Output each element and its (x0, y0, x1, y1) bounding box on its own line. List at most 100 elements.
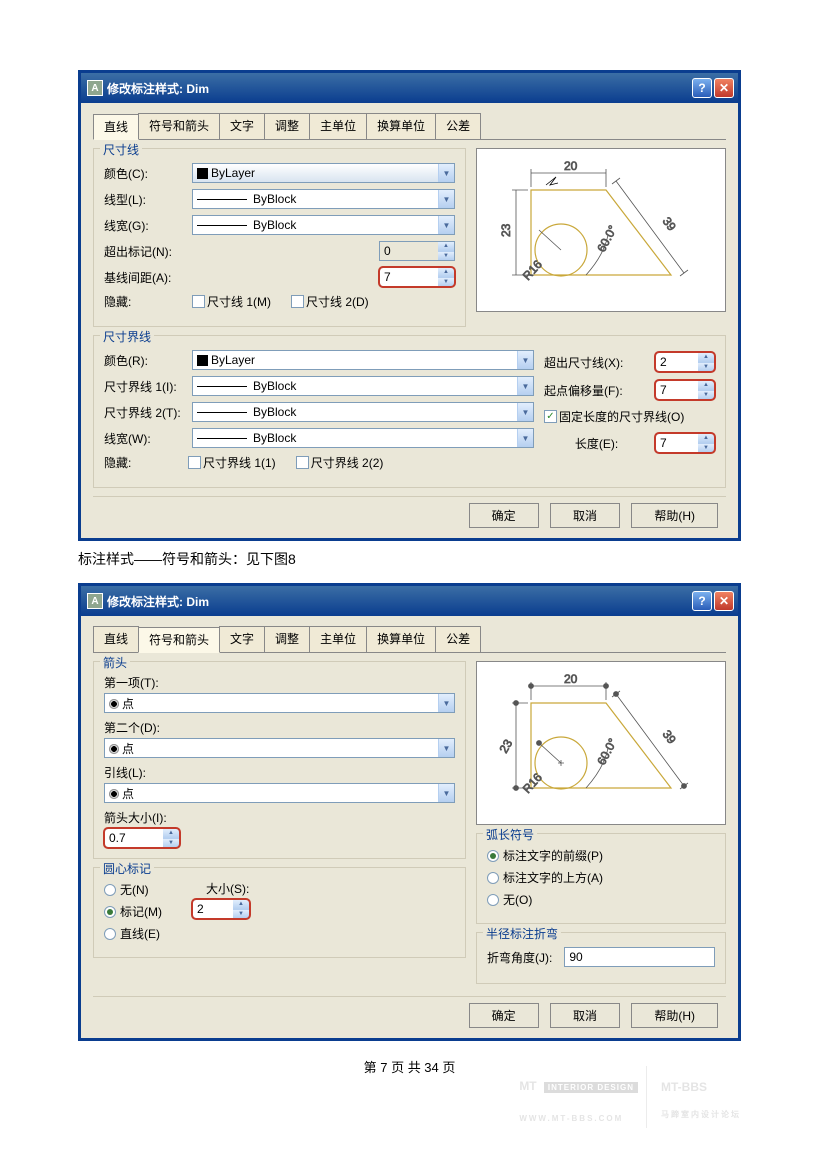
chevron-down-icon: ▼ (517, 429, 533, 447)
svg-text:R16: R16 (520, 770, 545, 796)
radio-arc-above[interactable]: 标注文字的上方(A) (487, 869, 715, 886)
baseline-spacing-spinner[interactable]: 7 ▲▼ (379, 267, 455, 287)
chevron-down-icon: ▼ (438, 190, 454, 208)
center-size-spinner[interactable]: 2 ▲▼ (192, 899, 250, 919)
hide-extline2-check[interactable]: 尺寸界线 2(2) (296, 454, 384, 471)
jog-angle-label: 折弯角度(J): (487, 949, 552, 966)
length-spinner[interactable]: 7 ▲▼ (655, 433, 715, 453)
svg-text:23: 23 (499, 223, 513, 237)
close-icon[interactable]: ✕ (714, 591, 734, 611)
svg-text:20: 20 (564, 672, 578, 686)
ok-button[interactable]: 确定 (469, 503, 539, 528)
tab-lines[interactable]: 直线 (93, 114, 139, 140)
tab-symbols[interactable]: 符号和箭头 (138, 113, 220, 139)
hide-extline1-check[interactable]: 尺寸界线 1(1) (188, 454, 276, 471)
ext2-linetype-label: 尺寸界线 2(T): (104, 404, 186, 421)
linetype-label: 线型(L): (104, 191, 186, 208)
tab-tolerance[interactable]: 公差 (435, 626, 481, 652)
ext-lineweight-label: 线宽(W): (104, 430, 186, 447)
offset-origin-spinner[interactable]: 7 ▲▼ (655, 380, 715, 400)
tab-alternate[interactable]: 换算单位 (366, 113, 436, 139)
ext-color-combo[interactable]: ByLayer ▼ (192, 350, 534, 370)
svg-text:39: 39 (660, 214, 679, 233)
hide-dimline2-check[interactable]: 尺寸线 2(D) (291, 293, 369, 310)
ext-lineweight-combo[interactable]: ByBlock ▼ (192, 428, 534, 448)
tab-alternate[interactable]: 换算单位 (366, 626, 436, 652)
watermark: MT INTERIOR DESIGN WWW.MT-BBS.COM MT-BBS… (78, 1068, 741, 1126)
chevron-down-icon: ▼ (438, 252, 454, 261)
help-icon[interactable]: ? (692, 591, 712, 611)
help-button[interactable]: 帮助(H) (631, 1003, 718, 1028)
radio-arc-before[interactable]: 标注文字的前缀(P) (487, 847, 715, 864)
app-icon: A (87, 593, 103, 609)
tab-tolerance[interactable]: 公差 (435, 113, 481, 139)
color-combo[interactable]: ByLayer ▼ (192, 163, 455, 183)
tab-lines[interactable]: 直线 (93, 626, 139, 652)
chevron-up-icon: ▲ (438, 242, 454, 252)
leader-arrow-label: 引线(L): (104, 764, 455, 781)
chevron-down-icon: ▼ (517, 351, 533, 369)
lineweight-combo[interactable]: ByBlock ▼ (192, 215, 455, 235)
hide-label: 隐藏: (104, 293, 186, 310)
preview-panel: 20 23 39 R16 60.0° (476, 148, 726, 312)
beyond-dimline-label: 超出尺寸线(X): (544, 354, 649, 371)
titlebar[interactable]: A 修改标注样式: Dim ? ✕ (81, 73, 738, 103)
first-arrow-combo[interactable]: 点 ▼ (104, 693, 455, 713)
length-label: 长度(E): (544, 435, 649, 452)
dialog-dimension-style-symbols: A 修改标注样式: Dim ? ✕ 直线 符号和箭头 文字 调整 主单位 换算单… (78, 583, 741, 1041)
dialog-title: 修改标注样式: Dim (107, 80, 690, 97)
fieldset-arrowheads: 箭头 第一项(T): 点 ▼ 第二个(D): 点 ▼ 引线(L): 点 ▼ (93, 661, 466, 859)
caption-text: 标注样式——符号和箭头：见下图8 (78, 549, 741, 569)
radio-arc-none[interactable]: 无(O) (487, 891, 715, 908)
fieldset-extline: 尺寸界线 颜色(R): ByLayer ▼ 尺寸界线 1(I): ByBlock (93, 335, 726, 488)
tabs: 直线 符号和箭头 文字 调整 主单位 换算单位 公差 (93, 113, 726, 140)
chevron-down-icon: ▼ (517, 377, 533, 395)
fieldset-center-mark: 圆心标记 无(N) 标记(M) 直线(E) 大小(S): 2 ▲▼ (93, 867, 466, 958)
linetype-combo[interactable]: ByBlock ▼ (192, 189, 455, 209)
tab-primary[interactable]: 主单位 (309, 113, 367, 139)
ext1-linetype-label: 尺寸界线 1(I): (104, 378, 186, 395)
help-icon[interactable]: ? (692, 78, 712, 98)
titlebar[interactable]: A 修改标注样式: Dim ? ✕ (81, 586, 738, 616)
fieldset-dimline: 尺寸线 颜色(C): ByLayer ▼ 线型(L): ByBlock ▼ (93, 148, 466, 327)
fieldset-radius-jog: 半径标注折弯 折弯角度(J): 90 (476, 932, 726, 984)
help-button[interactable]: 帮助(H) (631, 503, 718, 528)
second-arrow-combo[interactable]: 点 ▼ (104, 738, 455, 758)
tab-fit[interactable]: 调整 (264, 626, 310, 652)
ok-button[interactable]: 确定 (469, 1003, 539, 1028)
first-arrow-label: 第一项(T): (104, 674, 455, 691)
tab-symbols[interactable]: 符号和箭头 (138, 627, 220, 653)
ext-color-label: 颜色(R): (104, 352, 186, 369)
hide-dimline1-check[interactable]: 尺寸线 1(M) (192, 293, 271, 310)
radio-mark[interactable]: 标记(M) (104, 903, 162, 920)
beyond-dimline-spinner[interactable]: 2 ▲▼ (655, 352, 715, 372)
center-size-label: 大小(S): (206, 880, 250, 897)
ext1-linetype-combo[interactable]: ByBlock ▼ (192, 376, 534, 396)
lineweight-label: 线宽(G): (104, 217, 186, 234)
fixed-length-check[interactable]: ✓固定长度的尺寸界线(O) (544, 408, 684, 425)
dialog-title: 修改标注样式: Dim (107, 593, 690, 610)
dialog-dimension-style-lines: A 修改标注样式: Dim ? ✕ 直线 符号和箭头 文字 调整 主单位 换算单… (78, 70, 741, 541)
leader-arrow-combo[interactable]: 点 ▼ (104, 783, 455, 803)
svg-text:R16: R16 (520, 257, 545, 283)
svg-text:39: 39 (660, 727, 679, 746)
chevron-down-icon: ▼ (438, 694, 454, 712)
cancel-button[interactable]: 取消 (550, 1003, 620, 1028)
tab-fit[interactable]: 调整 (264, 113, 310, 139)
tab-text[interactable]: 文字 (219, 113, 265, 139)
radio-line[interactable]: 直线(E) (104, 925, 162, 942)
jog-angle-input[interactable]: 90 (564, 947, 715, 967)
baseline-spacing-label: 基线间距(A): (104, 269, 186, 286)
chevron-up-icon: ▲ (438, 268, 454, 278)
arrow-size-spinner[interactable]: 0.7 ▲▼ (104, 828, 180, 848)
svg-text:23: 23 (496, 737, 515, 756)
radio-none[interactable]: 无(N) (104, 881, 162, 898)
svg-text:60.0°: 60.0° (594, 736, 620, 768)
svg-text:20: 20 (564, 159, 578, 173)
tab-text[interactable]: 文字 (219, 626, 265, 652)
color-label: 颜色(C): (104, 165, 186, 182)
cancel-button[interactable]: 取消 (550, 503, 620, 528)
close-icon[interactable]: ✕ (714, 78, 734, 98)
ext2-linetype-combo[interactable]: ByBlock ▼ (192, 402, 534, 422)
tab-primary[interactable]: 主单位 (309, 626, 367, 652)
